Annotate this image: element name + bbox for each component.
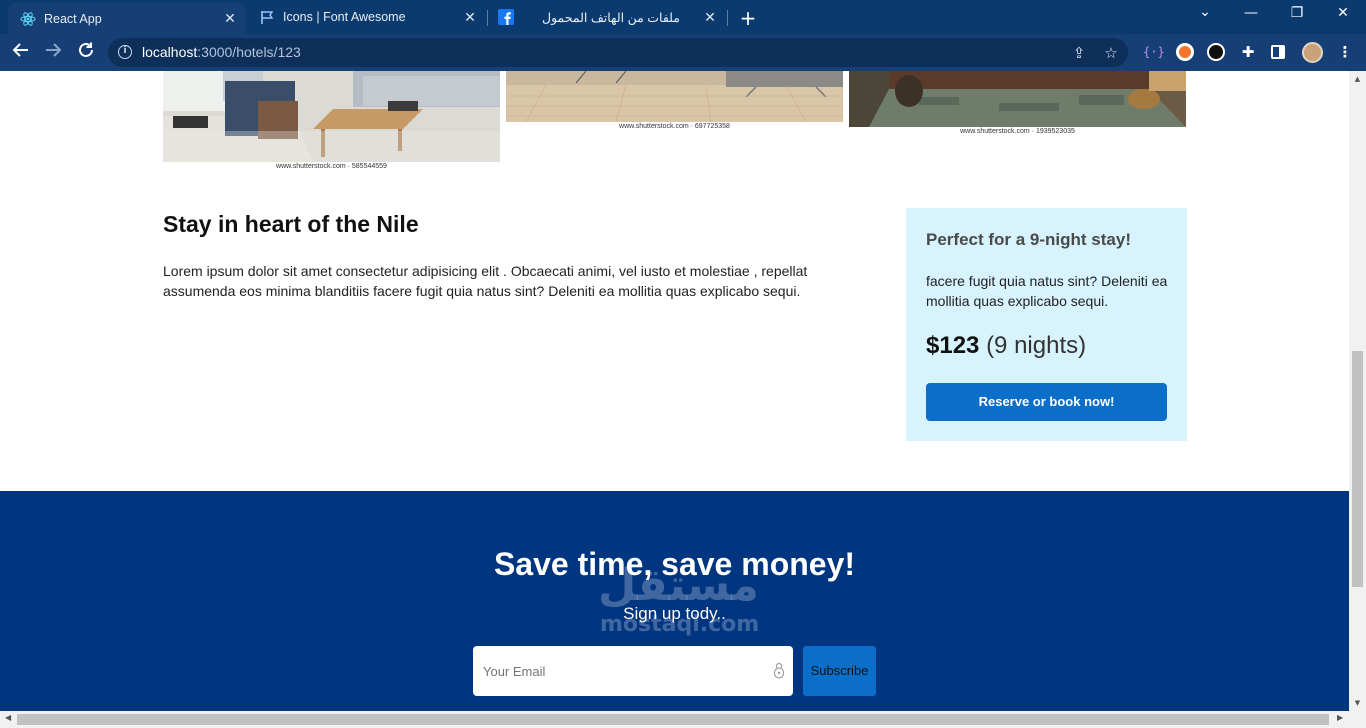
scroll-down-arrow-icon[interactable]: ▼ <box>1349 699 1366 707</box>
photo-caption: www.shutterstock.com · 1939523035 <box>960 128 1075 135</box>
extensions-puzzle-icon[interactable]: ✚ <box>1239 43 1257 61</box>
hotel-photo-lounge <box>506 71 843 122</box>
close-window-icon[interactable]: ✕ <box>1328 5 1358 21</box>
facebook-icon <box>498 9 514 25</box>
hotel-photo-living-room <box>163 71 500 162</box>
url-host: localhost <box>142 44 198 60</box>
tab-separator <box>727 10 728 26</box>
tab-font-awesome[interactable]: Icons | Font Awesome ✕ <box>250 3 486 31</box>
site-info-icon[interactable]: i <box>118 45 132 59</box>
scroll-right-arrow-icon[interactable]: ▶ <box>1337 713 1343 722</box>
horizontal-scroll-thumb[interactable] <box>17 714 1329 725</box>
subscribe-button[interactable]: Subscribe <box>803 646 876 696</box>
hotel-photo-bedroom <box>849 71 1186 127</box>
close-tab-icon[interactable]: ✕ <box>702 9 718 26</box>
photo-caption: www.shutterstock.com · 697725358 <box>619 123 730 130</box>
price-line: $123 (9 nights) <box>926 332 1086 360</box>
tab-title: React App <box>44 11 102 26</box>
url-path: :3000/hotels/123 <box>197 44 301 60</box>
scroll-up-arrow-icon[interactable]: ▲ <box>1349 75 1366 83</box>
menu-kebab-icon[interactable]: ⋮ <box>1336 43 1354 61</box>
photo-caption: www.shutterstock.com · 585544559 <box>276 163 387 170</box>
forward-arrow-icon[interactable] <box>42 41 64 63</box>
profile-avatar[interactable] <box>1302 42 1323 63</box>
share-icon[interactable]: ⇪ <box>1070 44 1088 62</box>
mostaql-watermark: مستقل <box>598 560 759 611</box>
vertical-scroll-thumb[interactable] <box>1352 351 1363 587</box>
close-tab-icon[interactable]: ✕ <box>462 9 478 26</box>
react-icon <box>20 11 36 27</box>
nights-count: (9 nights) <box>986 332 1087 359</box>
tab-facebook[interactable]: ملفات من الهاتف المحمول ✕ <box>490 3 726 31</box>
booking-card-heading: Perfect for a 9-night stay! <box>926 230 1131 249</box>
bookmark-star-icon[interactable]: ☆ <box>1102 44 1120 62</box>
browser-toolbar: i localhost:3000/hotels/123 ⇪ ☆ {·} ✚ ⋮ <box>0 34 1366 71</box>
reload-icon[interactable] <box>75 41 97 63</box>
side-panel-icon[interactable] <box>1271 45 1285 59</box>
password-manager-icon[interactable] <box>773 661 785 679</box>
email-input[interactable] <box>473 646 793 696</box>
new-tab-icon[interactable]: + <box>737 6 759 30</box>
tab-search-chevron-icon[interactable]: ⌄ <box>1190 4 1220 20</box>
extension-orange-icon[interactable] <box>1176 43 1194 61</box>
reserve-button[interactable]: Reserve or book now! <box>926 383 1167 421</box>
booking-card-text: facere fugit quia natus sint? Deleniti e… <box>926 273 1168 309</box>
hotel-heading: Stay in heart of the Nile <box>163 211 419 237</box>
flag-icon <box>259 9 275 25</box>
price-value: $123 <box>926 332 980 359</box>
browser-tab-bar: React App ✕ Icons | Font Awesome ✕ ملفات… <box>0 0 1366 34</box>
restore-icon[interactable]: ❐ <box>1282 5 1312 21</box>
address-bar[interactable]: i localhost:3000/hotels/123 ⇪ ☆ <box>108 38 1128 67</box>
tab-separator <box>487 10 488 26</box>
tab-title: Icons | Font Awesome <box>283 10 406 24</box>
vertical-scrollbar[interactable]: ▲ ▼ <box>1349 71 1366 711</box>
close-tab-icon[interactable]: ✕ <box>222 10 238 27</box>
extension-brackets-icon[interactable]: {·} <box>1143 43 1165 61</box>
booking-card: Perfect for a 9-night stay! facere fugit… <box>906 208 1187 441</box>
extension-clock-icon[interactable] <box>1207 43 1225 61</box>
scroll-left-arrow-icon[interactable]: ◀ <box>5 713 11 722</box>
minimize-icon[interactable]: — <box>1236 5 1266 21</box>
hotel-description: Lorem ipsum dolor sit amet consectetur a… <box>163 263 808 299</box>
tab-title: ملفات من الهاتف المحمول <box>542 10 680 25</box>
tab-react-app[interactable]: React App ✕ <box>8 3 246 34</box>
back-arrow-icon[interactable] <box>10 41 32 63</box>
url-text[interactable]: localhost:3000/hotels/123 <box>142 44 301 60</box>
horizontal-scrollbar[interactable]: ◀ ▶ <box>0 711 1366 728</box>
mostaql-watermark-domain: mostaql.com <box>600 612 760 637</box>
